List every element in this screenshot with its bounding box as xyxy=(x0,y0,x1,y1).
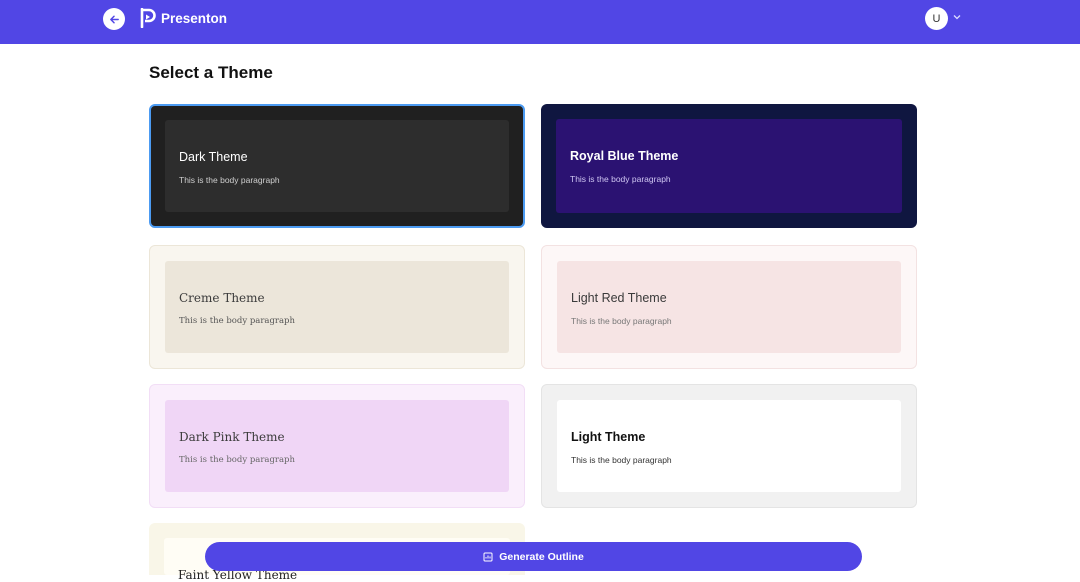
generate-outline-label: Generate Outline xyxy=(499,550,584,563)
theme-card-royal-blue[interactable]: Royal Blue Theme This is the body paragr… xyxy=(541,104,917,228)
top-bar: Presenton U xyxy=(0,0,1080,44)
theme-card-dark[interactable]: Dark Theme This is the body paragraph xyxy=(149,104,525,228)
theme-card-body: This is the body paragraph xyxy=(179,455,295,465)
theme-card-title: Royal Blue Theme xyxy=(570,149,679,163)
theme-card-title: Light Red Theme xyxy=(571,291,667,305)
theme-card-body: This is the body paragraph xyxy=(571,316,672,326)
presenton-logo-icon xyxy=(140,8,156,28)
theme-card-creme[interactable]: Creme Theme This is the body paragraph xyxy=(149,245,525,369)
theme-card-title: Creme Theme xyxy=(179,291,265,305)
app-logo[interactable]: Presenton xyxy=(140,8,227,28)
app-name: Presenton xyxy=(161,10,228,26)
theme-card-dark-pink[interactable]: Dark Pink Theme This is the body paragra… xyxy=(149,384,525,508)
theme-card-title: Dark Pink Theme xyxy=(179,430,285,444)
theme-card-title: Dark Theme xyxy=(179,150,248,164)
user-avatar[interactable]: U xyxy=(925,7,948,30)
theme-card-title: Light Theme xyxy=(571,430,646,444)
outline-icon xyxy=(483,552,493,561)
theme-card-body: This is the body paragraph xyxy=(179,316,295,326)
theme-card-light[interactable]: Light Theme This is the body paragraph xyxy=(541,384,917,508)
generate-outline-button[interactable]: Generate Outline xyxy=(205,542,862,571)
back-button[interactable] xyxy=(103,8,125,30)
theme-card-body: This is the body paragraph xyxy=(179,175,280,185)
theme-card-light-red[interactable]: Light Red Theme This is the body paragra… xyxy=(541,245,917,369)
theme-card-body: This is the body paragraph xyxy=(570,174,671,184)
page-title: Select a Theme xyxy=(149,63,273,82)
chevron-down-icon[interactable] xyxy=(953,14,961,20)
arrow-left-icon xyxy=(109,15,119,23)
theme-card-body: This is the body paragraph xyxy=(571,455,672,465)
